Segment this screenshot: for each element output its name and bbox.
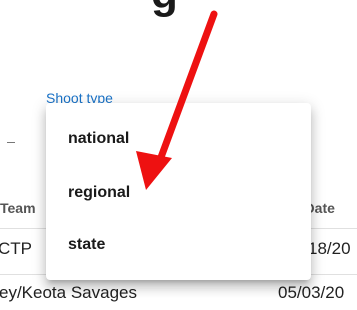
- table-cell-date: 18/20: [308, 239, 351, 258]
- menu-item-regional[interactable]: regional: [46, 168, 311, 218]
- select-underline: [7, 142, 15, 143]
- shoot-type-dropdown-menu: national regional state: [46, 103, 311, 280]
- table-cell-team: CTP: [0, 239, 32, 258]
- table-cell-team: ey/Keota Savages: [0, 283, 137, 302]
- menu-item-state[interactable]: state: [46, 220, 311, 270]
- app-screen: g Shoot type Team t Date CTP 18/20 ey/Ke…: [0, 0, 357, 310]
- column-header-team[interactable]: Team: [0, 200, 36, 216]
- page-title-fragment: g: [151, 0, 179, 16]
- menu-item-national[interactable]: national: [46, 114, 311, 164]
- table-cell-date: 05/03/20: [278, 283, 345, 302]
